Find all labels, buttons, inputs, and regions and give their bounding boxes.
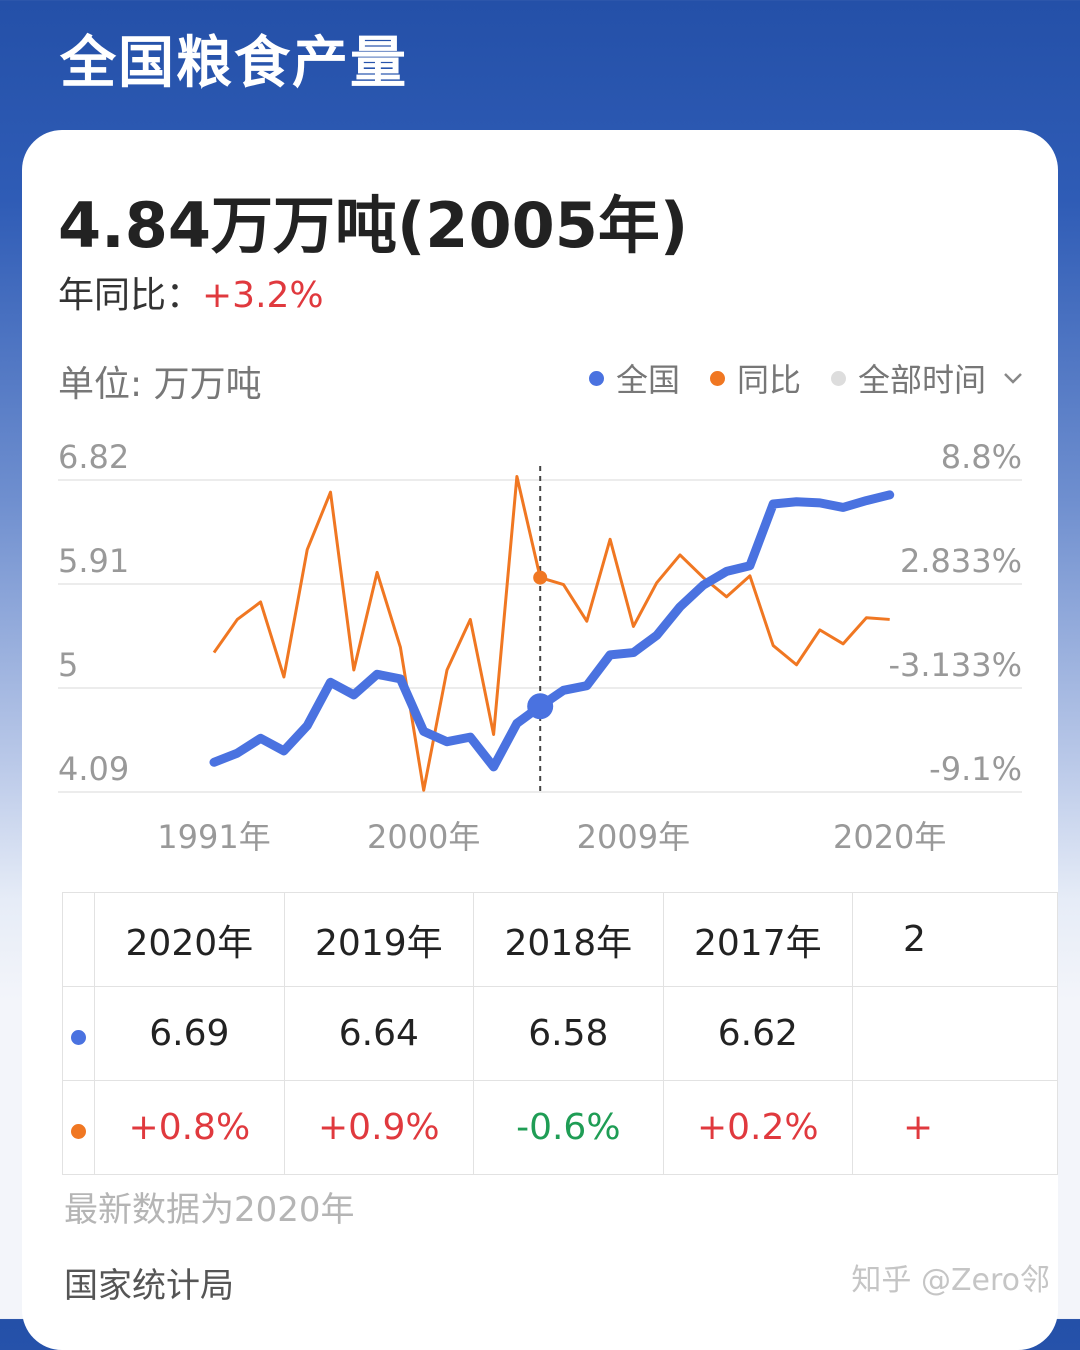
table-cell: -0.6%: [473, 1080, 664, 1175]
yoy-value: +3.2%: [202, 275, 324, 316]
watermark: 知乎 @Zero邻: [851, 1263, 1050, 1298]
x-axis-tick-label: 2009年: [577, 818, 690, 856]
legend-label-national: 全国: [615, 361, 680, 399]
series-layer: [209, 475, 895, 792]
national-dot-icon: [71, 1030, 87, 1045]
x-axis-tick-label: 2000年: [367, 818, 480, 856]
table-header-row: 2020年 2019年 2018年 2017年 2: [62, 892, 1058, 987]
data-note: 最新数据为2020年: [64, 1190, 355, 1230]
series-line-yoy: [212, 475, 890, 792]
headline-value: 4.84万万吨(2005年): [58, 189, 689, 262]
legend-item-national[interactable]: 全国: [588, 355, 680, 401]
chevron-down-icon: [1004, 373, 1022, 384]
chart-legend: 全国 同比 全部时间: [559, 355, 1024, 401]
data-card: 4.84万万吨(2005年) 年同比：+3.2% 单位: 万万吨 全国 同比 全…: [22, 130, 1058, 1350]
table-row-marker: [62, 1080, 96, 1175]
table-row-marker: [62, 986, 96, 1081]
yoy-dot-icon: [71, 1124, 87, 1139]
production-chart[interactable]: 6.82 5.91 5 4.09 8.8% 2.833% -3.133% -9.1% 199…: [22, 430, 1058, 860]
table-header-cell: 2018年: [473, 892, 664, 987]
data-table[interactable]: 2020年 2019年 2018年 2017年 2 6.69 6.64 6.58…: [62, 892, 1058, 1175]
table-cell: 6.58: [473, 986, 664, 1081]
left-axis-tick-label: 5: [58, 646, 78, 684]
legend-item-yoy[interactable]: 同比: [709, 355, 801, 401]
highlight-point-yoy: [533, 570, 548, 585]
series-line-national: [209, 490, 895, 772]
right-axis-tick-label: 8.8%: [941, 438, 1022, 476]
left-axis-ticks: 6.82 5.91 5 4.09: [58, 438, 129, 788]
national-dot-icon: [588, 370, 604, 386]
table-header-cell: 2019年: [283, 892, 475, 987]
highlight-point-national: [527, 693, 554, 720]
x-axis-tick-label: 2020年: [833, 818, 946, 856]
yoy-summary: 年同比：+3.2%: [58, 266, 324, 318]
table-cell: 6.64: [283, 986, 475, 1081]
legend-label-yoy: 同比: [736, 361, 801, 399]
time-range-dot-icon: [830, 370, 846, 386]
page-title: 全国粮食产量: [60, 31, 408, 96]
table-header-cell: 2: [852, 892, 1058, 987]
table-cell: 6.69: [94, 986, 285, 1081]
x-axis-ticks: 1991年 2000年 2009年 2020年: [157, 818, 946, 856]
unit-label: 单位: 万万吨: [58, 364, 262, 405]
left-axis-tick-label: 5.91: [58, 542, 129, 580]
time-range-label: 全部时间: [857, 361, 986, 399]
table-corner-cell: [62, 892, 96, 987]
table-cell: 6.62: [662, 986, 854, 1081]
table-header-cell: 2020年: [94, 892, 285, 987]
data-source[interactable]: 国家统计局: [64, 1258, 234, 1307]
left-axis-tick-label: 4.09: [58, 750, 129, 788]
table-cell: +: [852, 1080, 1058, 1175]
table-cell: [852, 986, 1058, 1081]
table-cell: +0.2%: [662, 1080, 854, 1175]
right-axis-tick-label: 2.833%: [900, 542, 1022, 580]
right-axis-tick-label: -9.1%: [929, 750, 1022, 788]
yoy-label: 年同比：: [58, 275, 203, 316]
left-axis-tick-label: 6.82: [58, 438, 129, 476]
table-cell: +0.9%: [283, 1080, 475, 1175]
table-row-national: 6.69 6.64 6.58 6.62: [62, 986, 1058, 1081]
right-axis-tick-label: -3.133%: [888, 646, 1022, 684]
yoy-dot-icon: [709, 370, 725, 386]
x-axis-tick-label: 1991年: [157, 818, 270, 856]
right-axis-ticks: 8.8% 2.833% -3.133% -9.1%: [888, 438, 1022, 788]
table-header-cell: 2017年: [662, 892, 854, 987]
table-cell: +0.8%: [94, 1080, 285, 1175]
time-range-selector[interactable]: 全部时间: [830, 355, 1024, 401]
table-row-yoy: +0.8% +0.9% -0.6% +0.2% +: [62, 1080, 1058, 1175]
